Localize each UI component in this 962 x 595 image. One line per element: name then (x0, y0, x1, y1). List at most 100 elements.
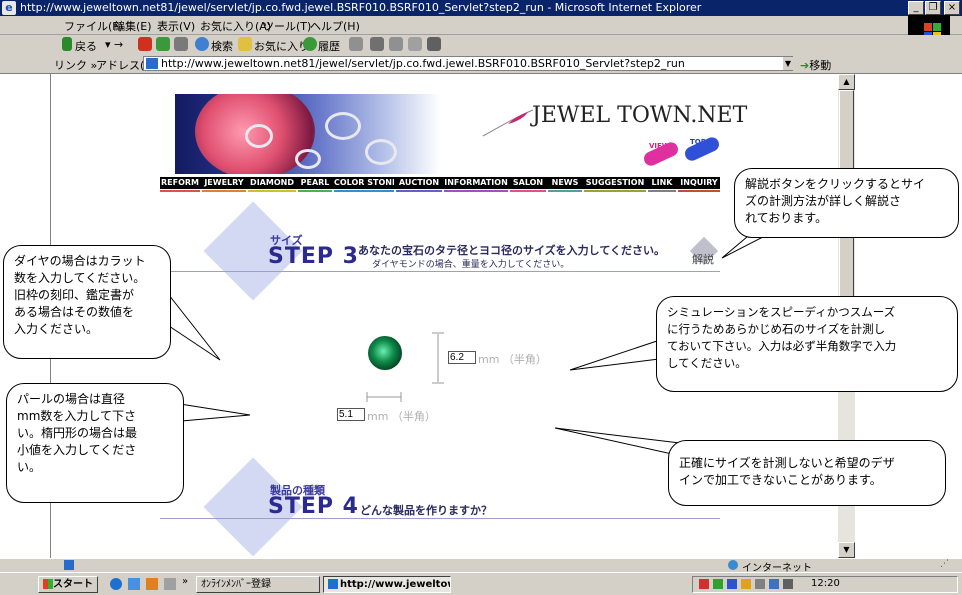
taskbar: スタート » ｵﾝﾗｲﾝﾒﾝﾊﾞｰ登録 http://www.jeweltow.… (0, 572, 962, 595)
nav-link[interactable]: LINK (648, 177, 676, 189)
discuss-icon[interactable] (408, 37, 422, 51)
tray-icon[interactable] (713, 579, 723, 589)
refresh-icon[interactable] (156, 37, 170, 51)
gem-image (368, 336, 402, 370)
toolbar: 戻る ▾ → 検索 お気に入り 履歴 (0, 35, 962, 56)
taskbar-item-member[interactable]: ｵﾝﾗｲﾝﾒﾝﾊﾞｰ登録 (196, 576, 320, 593)
minimize-button[interactable]: _ (908, 1, 924, 15)
nav-suggestion[interactable]: SUGGESTION (584, 177, 646, 189)
horizontal-unit-label: mm （半角） (367, 410, 436, 423)
callout-explain-line: れております。 (745, 211, 828, 225)
tray-icon[interactable] (699, 579, 709, 589)
nav-underline (396, 190, 442, 192)
vertical-size-arrow-icon (432, 332, 444, 384)
nav-diamond[interactable]: DIAMOND (248, 177, 296, 189)
callout-pearl-line: パールの場合は直径 (17, 392, 126, 406)
callout-accuracy-line: インで加工できないことがあります。 (679, 473, 882, 487)
step4-description: どんな製品を作りますか？ (360, 504, 492, 517)
horizontal-size-input[interactable] (337, 408, 365, 421)
menu-edit[interactable]: 編集(E) (114, 18, 152, 34)
print-icon[interactable] (370, 37, 384, 51)
address-dropdown-icon[interactable]: ▼ (783, 57, 793, 70)
explain-button[interactable]: 解説 (692, 251, 714, 267)
dropdown-arrow-icon[interactable]: ▾ → (105, 38, 123, 51)
history-button[interactable]: 履歴 (318, 38, 340, 54)
vertical-size-input[interactable] (448, 351, 476, 364)
search-button[interactable]: 検索 (211, 38, 233, 54)
nav-underline (298, 190, 332, 192)
nav-reform[interactable]: REFORM (160, 177, 200, 189)
close-button[interactable]: × (944, 1, 960, 15)
callout-simulation: シミュレーションをスピーディかつスムーズ に行うためあらかじめ石のサイズを計測し… (656, 296, 958, 392)
nav-underline (202, 190, 246, 192)
favorites-button[interactable]: お気に入り (254, 38, 309, 54)
callout-pearl-line: mm数を入力して下さ (17, 409, 137, 423)
address-input[interactable]: http://www.jeweltown.net81/jewel/servlet… (143, 56, 793, 71)
ie-quicklaunch-icon[interactable] (110, 578, 122, 590)
taskbar-item-browser-label: http://www.jeweltow... (340, 579, 450, 590)
ie-icon: e (2, 1, 16, 15)
resize-grip-icon[interactable]: ⋰ (940, 559, 949, 569)
nav-underline (444, 190, 508, 192)
callout-diamond-line: ダイヤの場合はカラット (14, 254, 146, 268)
scroll-up-icon[interactable]: ▲ (838, 74, 855, 90)
outlook-quicklaunch-icon[interactable] (128, 578, 140, 590)
nav-jewelry[interactable]: JEWELRY (202, 177, 246, 189)
menu-tools[interactable]: ツール(T) (263, 18, 311, 34)
links-label[interactable]: リンク » (54, 57, 97, 73)
nav-underline (584, 190, 646, 192)
history-icon (303, 37, 317, 51)
taskbar-item-browser[interactable]: http://www.jeweltow... (323, 576, 451, 593)
callout-explain-line: ズの計測方法が詳しく解説さ (745, 194, 902, 208)
nav-inquiry[interactable]: INQUIRY (678, 177, 720, 189)
nav-underline (548, 190, 582, 192)
back-button[interactable]: 戻る (75, 38, 97, 54)
logo-swoosh-icon (482, 109, 534, 137)
title-bar: e http://www.jeweltown.net81/jewel/servl… (0, 0, 962, 16)
vertical-unit-label: mm （半角） (478, 353, 547, 366)
nav-information[interactable]: INFORMATION (444, 177, 508, 189)
nav-auction[interactable]: AUCTION (396, 177, 442, 189)
callout-accuracy-line: 正確にサイズを計測しないと希望のデザ (679, 456, 895, 470)
menu-view[interactable]: 表示(V) (157, 18, 195, 34)
menu-help[interactable]: ヘルプ(H) (310, 18, 360, 34)
tray-icon[interactable] (769, 579, 779, 589)
status-bar: インターネット ⋰ (0, 558, 962, 574)
callout-diamond: ダイヤの場合はカラット 数を入力してください。 旧枠の刻印、鑑定書が ある場合は… (3, 245, 171, 359)
stop-icon[interactable] (138, 37, 152, 51)
page-icon (146, 58, 158, 69)
start-button[interactable]: スタート (38, 576, 98, 593)
go-button[interactable]: ➔移動 (800, 57, 831, 73)
tray-icon[interactable] (783, 579, 793, 589)
clock[interactable]: 12:20 (811, 578, 840, 589)
callout-explain-line: 解説ボタンをクリックするとサイ (745, 177, 926, 191)
nav-underline (160, 190, 200, 192)
scroll-down-icon[interactable]: ▼ (838, 542, 855, 558)
callout-diamond-line: 入力ください。 (14, 322, 99, 336)
tray-icon[interactable] (755, 579, 765, 589)
edit-icon[interactable] (389, 37, 403, 51)
callout-diamond-line: ある場合はその数値を (14, 305, 135, 319)
tray-icon[interactable] (741, 579, 751, 589)
callout-pearl: パールの場合は直径 mm数を入力して下さ い。楕円形の場合は最 小値を入力してく… (6, 383, 184, 503)
tray-icon[interactable] (727, 579, 737, 589)
address-url: http://www.jeweltown.net81/jewel/servlet… (161, 57, 685, 70)
desktop-quicklaunch-icon[interactable] (164, 578, 176, 590)
nav-salon[interactable]: SALON (510, 177, 546, 189)
step3-description: あなたの宝石のタテ径とヨコ径のサイズを入力してください。 (358, 244, 666, 257)
site-logo[interactable]: JEWEL TOWN.NET (532, 103, 747, 128)
messenger-icon[interactable] (427, 37, 441, 51)
nav-color-stone[interactable]: COLOR STONE (334, 177, 394, 189)
callout-pearl-line: い。 (17, 460, 42, 474)
home-icon[interactable] (174, 37, 188, 51)
nav-news[interactable]: NEWS (548, 177, 582, 189)
mail-icon[interactable] (349, 37, 363, 51)
quicklaunch-more-icon[interactable]: » (182, 576, 188, 587)
media-quicklaunch-icon[interactable] (146, 578, 158, 590)
step4-divider (160, 518, 720, 519)
nav-pearl[interactable]: PEARL (298, 177, 332, 189)
restore-button[interactable]: ❐ (925, 1, 941, 15)
callout-explain: 解説ボタンをクリックするとサイ ズの計測方法が詳しく解説さ れております。 (734, 168, 959, 238)
menu-favorites[interactable]: お気に入り(A) (200, 18, 271, 34)
callout-simulation-line: ておいて下さい。入力は必ず半角数字で入力 (667, 339, 897, 353)
